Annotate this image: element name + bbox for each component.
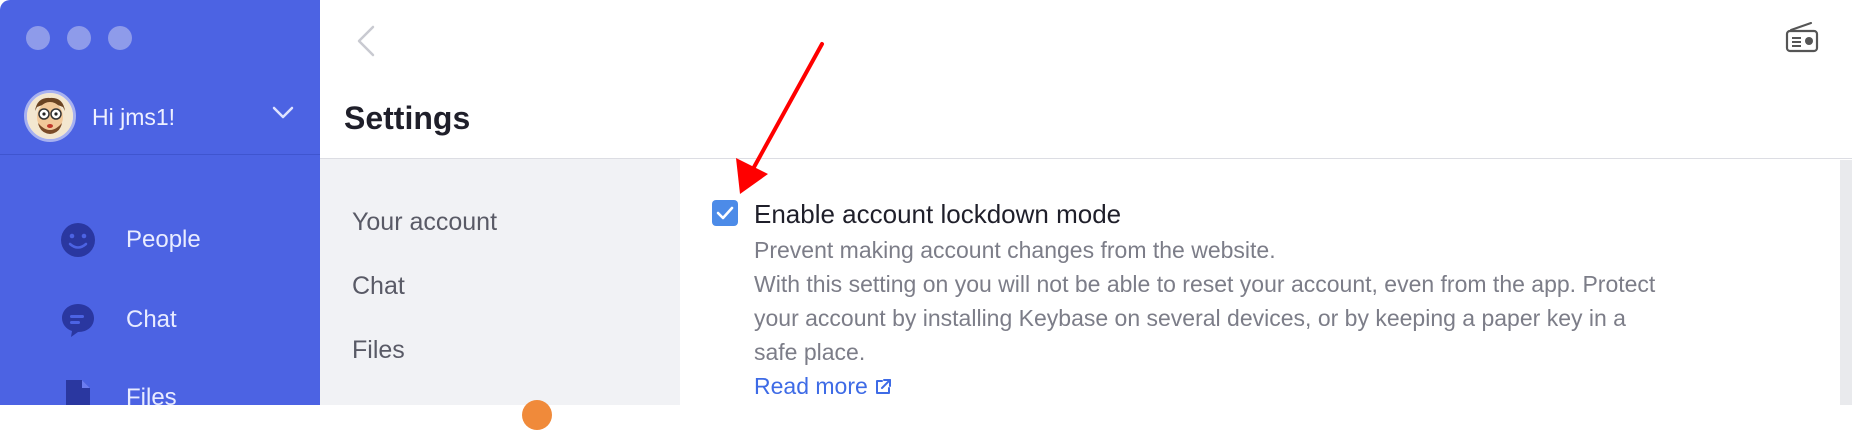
settings-nav: Your account Chat Files [320, 159, 680, 405]
window-controls [26, 26, 132, 50]
sidebar-item-label: Files [126, 384, 177, 405]
chevron-down-icon[interactable] [272, 106, 294, 120]
settings-nav-item-your-account[interactable]: Your account [352, 208, 497, 237]
lockdown-mode-label[interactable]: Enable account lockdown mode [754, 199, 1121, 230]
avatar [24, 90, 76, 142]
files-icon [66, 380, 90, 405]
sidebar: Hi jms1! People Chat Files [0, 0, 320, 405]
read-more-link[interactable]: Read more [754, 373, 892, 400]
checkmark-icon [716, 206, 734, 220]
setting-description-line: Prevent making account changes from the … [754, 237, 1276, 263]
setting-description-line: With this setting on you will not be abl… [754, 271, 1656, 297]
read-more-label: Read more [754, 373, 868, 399]
sidebar-item-label: Chat [126, 306, 177, 333]
sidebar-item-chat[interactable]: Chat [58, 298, 177, 342]
lockdown-mode-checkbox[interactable] [712, 200, 738, 226]
setting-description-line: safe place. [754, 339, 866, 365]
setting-description-line: your account by installing Keybase on se… [754, 305, 1626, 331]
zoom-window-button[interactable] [108, 26, 132, 50]
radio-icon[interactable] [1785, 22, 1819, 54]
scrollbar[interactable] [1840, 160, 1852, 405]
close-window-button[interactable] [26, 26, 50, 50]
minimize-window-button[interactable] [67, 26, 91, 50]
user-greeting[interactable]: Hi jms1! [92, 104, 175, 131]
people-icon [61, 223, 95, 257]
settings-nav-item-files[interactable]: Files [352, 336, 405, 365]
settings-nav-item-chat[interactable]: Chat [352, 272, 405, 301]
sidebar-item-label: People [126, 226, 201, 253]
page-title: Settings [344, 100, 471, 136]
external-link-icon [875, 378, 891, 394]
chat-icon [62, 304, 94, 337]
sidebar-item-files[interactable]: Files [58, 376, 177, 405]
back-arrow-icon[interactable] [355, 24, 377, 58]
sidebar-item-people[interactable]: People [58, 218, 201, 262]
user-switcher[interactable]: Hi jms1! [0, 88, 320, 155]
